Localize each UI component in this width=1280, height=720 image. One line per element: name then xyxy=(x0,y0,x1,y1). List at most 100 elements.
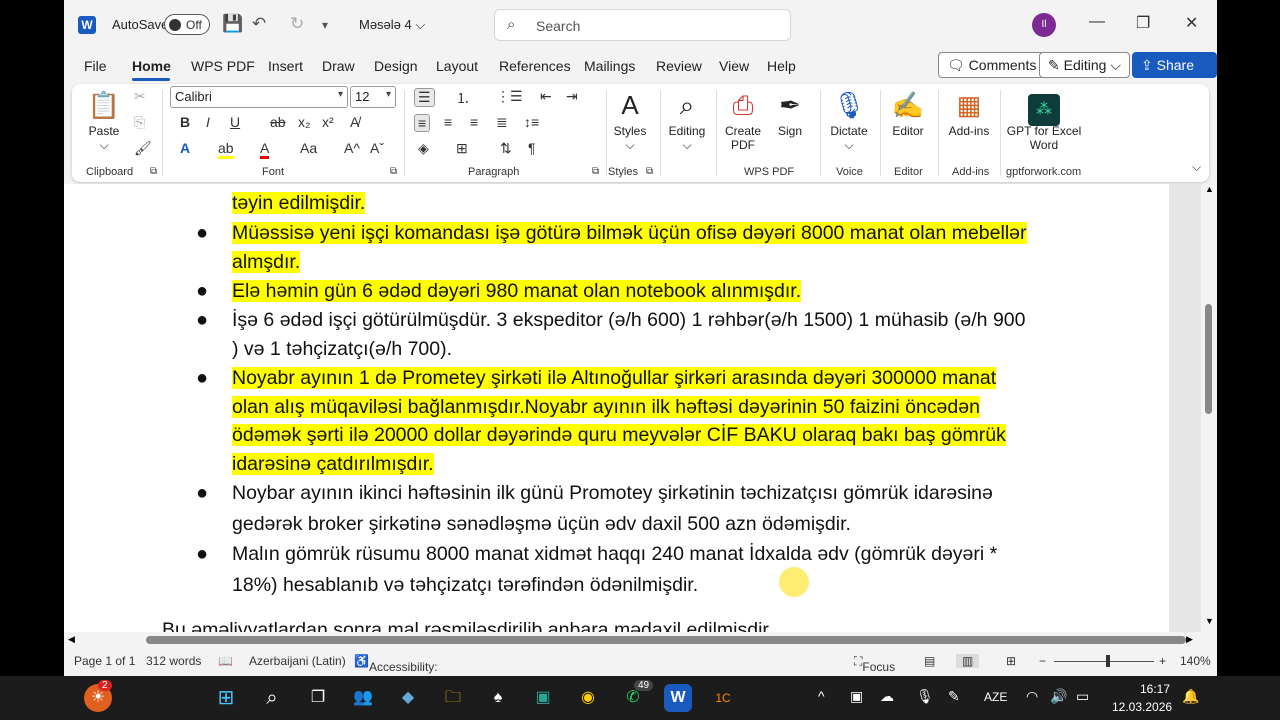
battery-icon[interactable]: ▭ xyxy=(1076,688,1089,705)
search-box[interactable]: ⌕ Search xyxy=(494,9,791,41)
collapse-ribbon-icon[interactable]: ⌵ xyxy=(1192,160,1201,175)
zoom-in-icon[interactable]: + xyxy=(1159,654,1166,668)
bold-icon[interactable]: B xyxy=(180,114,190,130)
store-icon[interactable]: ▣ xyxy=(529,684,557,712)
superscript-icon[interactable]: x² xyxy=(322,114,334,130)
undo-icon[interactable]: ↶ xyxy=(252,14,266,34)
scroll-left-icon[interactable]: ◀ xyxy=(68,634,75,645)
word-taskbar-icon[interactable]: W xyxy=(664,684,692,712)
focus-button[interactable]: ⛶ Focus xyxy=(854,654,895,674)
sort-icon[interactable]: ⇅ xyxy=(500,140,512,157)
zoom-level[interactable]: 140% xyxy=(1180,654,1211,668)
hscroll-thumb[interactable] xyxy=(146,636,1186,644)
tray-chevron-icon[interactable]: ^ xyxy=(818,688,825,704)
format-painter-icon[interactable]: 🖌 xyxy=(134,140,152,157)
chrome-icon[interactable]: ◉ xyxy=(574,684,602,712)
font-size-select[interactable]: 12 ▾ xyxy=(350,86,396,108)
customize-qat-icon[interactable]: ▾ xyxy=(322,18,328,32)
clock-time[interactable]: 16:17 xyxy=(1140,682,1170,696)
tab-references[interactable]: References xyxy=(499,58,571,74)
page-count[interactable]: Page 1 of 1 xyxy=(74,654,135,668)
subscript-icon[interactable]: x₂ xyxy=(298,114,310,130)
editing-button[interactable]: ⌕ Editing ⌵ xyxy=(664,88,710,153)
line-spacing-icon[interactable]: ↕≡ xyxy=(524,114,539,130)
notifications-icon[interactable]: 🔔 xyxy=(1182,688,1199,705)
clock-date[interactable]: 12.03.2026 xyxy=(1112,700,1172,714)
close-icon[interactable]: ✕ xyxy=(1185,13,1198,33)
font-color-icon[interactable]: A xyxy=(260,140,270,159)
minimize-icon[interactable]: — xyxy=(1089,13,1105,31)
highlight-icon[interactable]: ab xyxy=(218,140,234,159)
dictate-button[interactable]: 🎙 Dictate ⌵ xyxy=(824,88,874,153)
tray-app-icon[interactable]: ▣ xyxy=(850,688,863,705)
paste-button[interactable]: 📋 Paste ⌵ xyxy=(84,88,124,153)
styles-button[interactable]: A Styles ⌵ xyxy=(610,88,650,153)
underline-icon[interactable]: U xyxy=(230,114,240,130)
justify-icon[interactable]: ≣ xyxy=(496,114,508,131)
word-count[interactable]: 312 words xyxy=(146,654,201,668)
start-icon[interactable]: ⊞ xyxy=(212,684,240,712)
microphone-tray-icon[interactable]: 🎙 xyxy=(916,688,934,705)
pen-tray-icon[interactable]: ✎ xyxy=(948,688,960,705)
decrease-indent-icon[interactable]: ⇤ xyxy=(540,88,552,105)
grow-font-icon[interactable]: A^ xyxy=(344,140,360,156)
comments-button[interactable]: 🗨 Comments xyxy=(938,52,1046,78)
accessibility-status[interactable]: ♿ Accessibility: Good to go xyxy=(354,654,438,676)
teams-icon[interactable]: 👥 xyxy=(349,684,377,712)
tab-help[interactable]: Help xyxy=(767,58,796,74)
horizontal-scrollbar[interactable]: ◀ ▶ xyxy=(64,632,1201,648)
font-launcher-icon[interactable]: ⧉ xyxy=(390,166,397,177)
autosave-toggle[interactable]: Off xyxy=(164,14,210,35)
maximize-icon[interactable]: ❐ xyxy=(1136,13,1150,33)
tab-file[interactable]: File xyxy=(84,58,107,74)
redo-icon[interactable]: ↻ xyxy=(290,14,304,34)
change-case-icon[interactable]: Aa xyxy=(300,140,317,156)
tab-home[interactable]: Home xyxy=(132,58,171,74)
tab-insert[interactable]: Insert xyxy=(268,58,303,74)
numbering-icon[interactable]: ⒈ xyxy=(456,88,470,108)
wifi-icon[interactable]: ◠ xyxy=(1026,688,1038,705)
align-left-icon[interactable]: ≡ xyxy=(414,114,431,132)
editing-mode-button[interactable]: ✎ Editing ⌵ xyxy=(1039,52,1130,78)
volume-icon[interactable]: 🔊 xyxy=(1050,688,1067,705)
tab-mailings[interactable]: Mailings xyxy=(584,58,635,74)
file-explorer-icon[interactable]: 🗀 xyxy=(439,684,467,712)
gpt-for-excel-word-button[interactable]: ⁂ GPT for Excel Word xyxy=(1006,88,1082,152)
addins-button[interactable]: ▦ Add-ins xyxy=(944,88,994,138)
cut-icon[interactable]: ✂ xyxy=(134,88,146,105)
create-pdf-button[interactable]: ⎙ Create PDF xyxy=(720,88,766,152)
print-layout-icon[interactable]: ▥ xyxy=(956,654,980,668)
increase-indent-icon[interactable]: ⇥ xyxy=(566,88,578,105)
strikethrough-icon[interactable]: ab xyxy=(270,114,286,130)
avatar[interactable]: Il xyxy=(1032,13,1056,37)
shading-icon[interactable]: ◈ xyxy=(418,140,429,157)
web-layout-icon[interactable]: ⊞ xyxy=(1006,654,1016,668)
input-language[interactable]: AZE xyxy=(984,690,1007,704)
zoom-slider[interactable] xyxy=(1054,661,1154,662)
1c-icon[interactable]: 1C xyxy=(709,684,737,712)
solitaire-icon[interactable]: ♠ xyxy=(484,684,512,712)
vertical-scrollbar[interactable]: ▲ ▼ xyxy=(1201,184,1217,632)
styles-launcher-icon[interactable]: ⧉ xyxy=(646,166,653,177)
editor-button[interactable]: ✍ Editor xyxy=(886,88,930,138)
zoom-slider-thumb[interactable] xyxy=(1106,655,1110,667)
clear-formatting-icon[interactable]: A̸ xyxy=(350,114,359,130)
show-marks-icon[interactable]: ¶ xyxy=(528,140,536,156)
document-page[interactable]: təyin edilmişdir. ● Müəssisə yeni işçi ko… xyxy=(64,184,1169,632)
tab-review[interactable]: Review xyxy=(656,58,702,74)
read-mode-icon[interactable]: ▤ xyxy=(924,654,935,668)
scroll-up-icon[interactable]: ▲ xyxy=(1205,184,1214,194)
align-right-icon[interactable]: ≡ xyxy=(470,114,478,130)
shrink-font-icon[interactable]: Aˇ xyxy=(370,140,384,156)
task-view-icon[interactable]: ❐ xyxy=(304,684,332,712)
zoom-out-icon[interactable]: − xyxy=(1039,654,1046,668)
save-icon[interactable]: 💾 xyxy=(222,14,243,34)
tab-draw[interactable]: Draw xyxy=(322,58,355,74)
tray-cloud-icon[interactable]: ☁ xyxy=(880,688,894,705)
copilot-icon[interactable]: ◆ xyxy=(394,684,422,712)
copy-icon[interactable]: ⎘ xyxy=(134,114,145,131)
share-button[interactable]: ⇪ Share ⌵ xyxy=(1132,52,1217,90)
scroll-right-icon[interactable]: ▶ xyxy=(1186,634,1193,645)
text-effects-icon[interactable]: A xyxy=(180,140,190,156)
bullets-icon[interactable]: ☰ xyxy=(414,88,435,107)
